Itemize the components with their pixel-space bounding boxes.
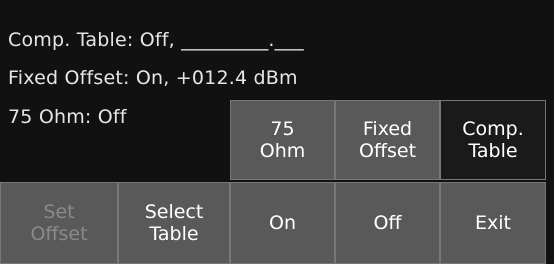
- off-button[interactable]: Off: [335, 182, 440, 264]
- set-offset-button[interactable]: Set Offset: [0, 182, 118, 264]
- screen-panel: Comp. Table: Off, _________.___ Fixed Of…: [0, 0, 554, 264]
- comp-table-status: Comp. Table: Off, _________.___: [8, 29, 304, 51]
- comp-table-button[interactable]: Comp. Table: [440, 100, 546, 180]
- ohm75-status: 75 Ohm: Off: [8, 106, 127, 128]
- fixed-offset-button[interactable]: Fixed Offset: [335, 100, 440, 180]
- ohm75-button[interactable]: 75 Ohm: [230, 100, 335, 180]
- select-table-button[interactable]: Select Table: [118, 182, 230, 264]
- fixed-offset-status: Fixed Offset: On, +012.4 dBm: [8, 67, 298, 89]
- on-button[interactable]: On: [230, 182, 335, 264]
- exit-button[interactable]: Exit: [440, 182, 546, 264]
